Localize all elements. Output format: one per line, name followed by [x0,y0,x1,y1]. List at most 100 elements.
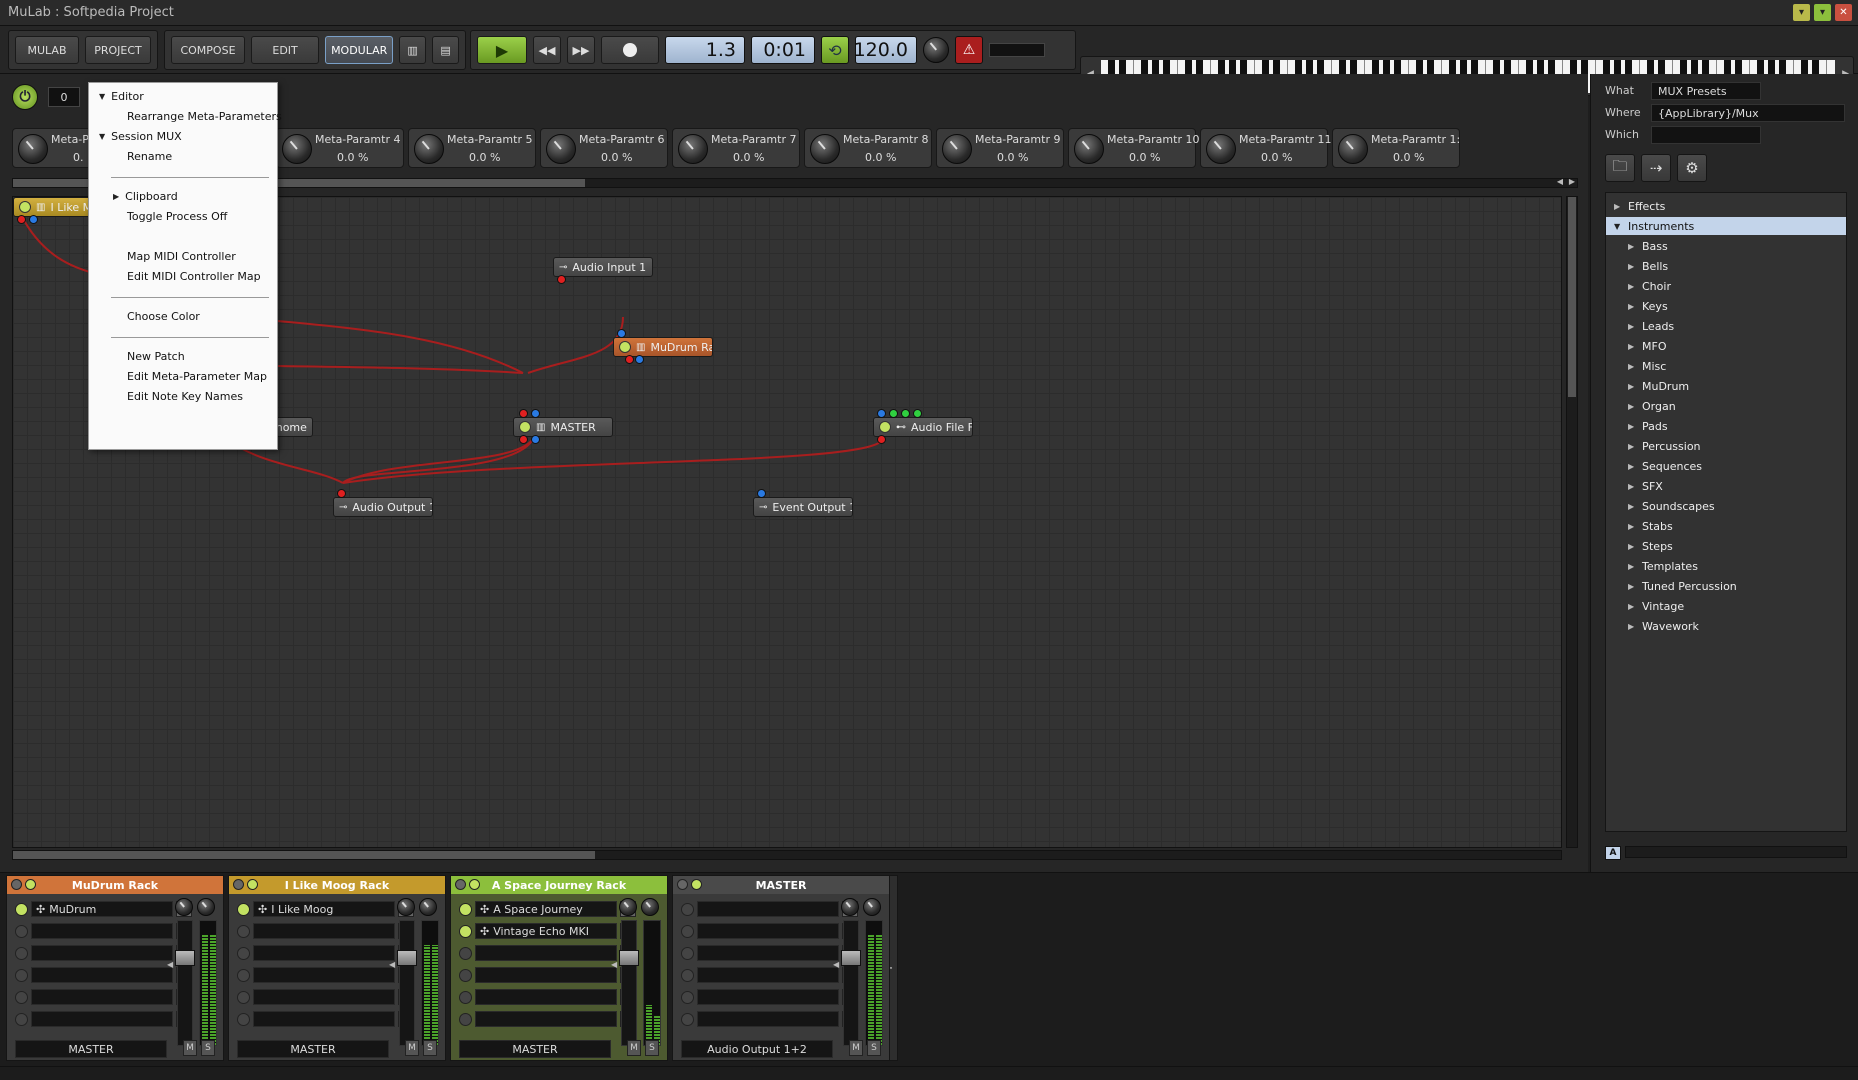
rack-slot[interactable]: ▼ [681,1010,858,1028]
output-port[interactable] [625,355,634,364]
module-event-output[interactable]: ⊸ Event Output 1 [753,497,853,517]
tree-item[interactable]: ▶ SFX [1606,477,1846,495]
solo-button[interactable]: S [423,1040,437,1056]
folder-icon[interactable]: 🗀 [1605,154,1635,182]
rack-slot[interactable]: ▼ [237,1010,414,1028]
volume-fader[interactable] [177,920,193,1046]
rack-collapse-icon[interactable] [455,879,466,890]
slot-box[interactable]: ✣ MuDrum [31,901,173,917]
rack-slot[interactable]: ▼ [681,966,858,984]
meta-parameter[interactable]: Meta-Paramtr 4 0.0 % [276,128,404,168]
panel-view-icon[interactable]: ▤ [432,36,460,64]
slot-power-icon[interactable] [237,990,250,1004]
rack-output[interactable]: Audio Output 1+2 [681,1040,833,1058]
slot-box[interactable]: ✣ Vintage Echo MKI [475,923,617,939]
tree-item[interactable]: ▶ MuDrum [1606,377,1846,395]
output-port[interactable] [557,275,566,284]
loop-icon[interactable]: ⟲ [821,36,849,64]
fader-cap[interactable] [397,950,417,966]
menu-item-rename[interactable]: Rename [127,147,172,165]
input-port[interactable] [757,489,766,498]
input-port[interactable] [617,329,626,338]
slot-box[interactable] [475,1011,617,1027]
canvas-vertical-scrollbar[interactable] [1566,196,1578,848]
slot-box[interactable] [475,945,617,961]
meta-parameter[interactable]: Meta-Paramtr 5 0.0 % [408,128,536,168]
which-field[interactable] [1651,126,1761,144]
slot-box[interactable] [475,967,617,983]
slot-box[interactable] [253,945,395,961]
rack-slot[interactable]: ▼ [459,944,636,962]
rack-slot[interactable]: ▼ [237,922,414,940]
fader-cap[interactable] [175,950,195,966]
slot-box[interactable] [31,967,173,983]
slot-power-icon[interactable] [681,990,694,1004]
module-master[interactable]: ▥ MASTER [513,417,613,437]
module-audio-output[interactable]: ⊸ Audio Output 1- [333,497,433,517]
slot-power-icon[interactable] [15,924,28,938]
menu-item-map-midi[interactable]: Map MIDI Controller [127,247,236,265]
tree-item[interactable]: ▶ Bass [1606,237,1846,255]
rack-slot[interactable]: ✣MuDrum↗ [15,900,192,918]
close-button[interactable]: ✕ [1835,4,1852,21]
slot-power-icon[interactable] [681,902,694,916]
tree-item[interactable]: ▶ Tuned Percussion [1606,577,1846,595]
tree-item-instruments[interactable]: ▼ Instruments [1606,217,1846,235]
slot-box[interactable]: ✣ I Like Moog [253,901,395,917]
input-port[interactable] [889,409,898,418]
tree-item[interactable]: ▶ Keys [1606,297,1846,315]
input-port[interactable] [531,409,540,418]
menu-item-toggle-process[interactable]: Toggle Process Off [127,207,227,225]
slot-power-icon[interactable] [15,1012,28,1026]
module-power-icon[interactable] [519,421,531,433]
slot-box[interactable] [31,1011,173,1027]
maximize-button[interactable]: ▾ [1814,4,1831,21]
tree-item[interactable]: ▶ Sequences [1606,457,1846,475]
meta-parameter[interactable]: Meta-Paramtr 8 0.0 % [804,128,932,168]
tree-item[interactable]: ▶ Stabs [1606,517,1846,535]
rack-slot[interactable]: ▼ [15,922,192,940]
rack-slot[interactable]: ✣Vintage Echo MKI↗ [459,922,636,940]
pan-knob[interactable] [175,898,193,916]
output-port[interactable] [29,215,38,224]
slot-box[interactable] [31,945,173,961]
slot-power-icon[interactable] [237,902,250,916]
rack-slot[interactable]: ▼ [237,944,414,962]
rack-slot[interactable]: ▼ [15,1010,192,1028]
rack-power-icon[interactable] [469,879,480,890]
tree-item[interactable]: ▶ Misc [1606,357,1846,375]
rack-slot[interactable]: ▼ [237,988,414,1006]
rack-slot[interactable]: ▼ [459,988,636,1006]
where-field[interactable]: {AppLibrary}/Mux [1651,104,1845,122]
fader-cap[interactable] [841,950,861,966]
menu-item-edit-midi-map[interactable]: Edit MIDI Controller Map [127,267,261,285]
rack-collapse-icon[interactable] [11,879,22,890]
rack-slot[interactable]: ▼ [15,988,192,1006]
input-port[interactable] [519,409,528,418]
rack-slot[interactable]: ▼ [681,900,858,918]
solo-button[interactable]: S [201,1040,215,1056]
slot-box[interactable] [253,967,395,983]
meta-knob[interactable] [546,134,576,164]
mulab-button[interactable]: MULAB [15,36,79,64]
slot-box[interactable] [697,989,839,1005]
edit-button[interactable]: EDIT [251,36,320,64]
output-port[interactable] [17,215,26,224]
tempo-display[interactable]: 120.0 [854,36,917,64]
volume-fader[interactable] [621,920,637,1046]
pan-knob[interactable] [619,898,637,916]
output-port[interactable] [635,355,644,364]
send-knob[interactable] [197,898,215,916]
output-port[interactable] [877,435,886,444]
slot-box[interactable] [697,1011,839,1027]
output-port[interactable] [519,435,528,444]
slot-power-icon[interactable] [681,968,694,982]
position-display[interactable]: 1.3 [665,36,745,64]
module-power-icon[interactable] [619,341,631,353]
slot-power-icon[interactable] [459,968,472,982]
slot-power-icon[interactable] [459,924,472,938]
meta-knob[interactable] [1338,134,1368,164]
project-button[interactable]: PROJECT [85,36,151,64]
slot-box[interactable]: ✣ A Space Journey [475,901,617,917]
number-box[interactable]: 0 [48,87,80,107]
